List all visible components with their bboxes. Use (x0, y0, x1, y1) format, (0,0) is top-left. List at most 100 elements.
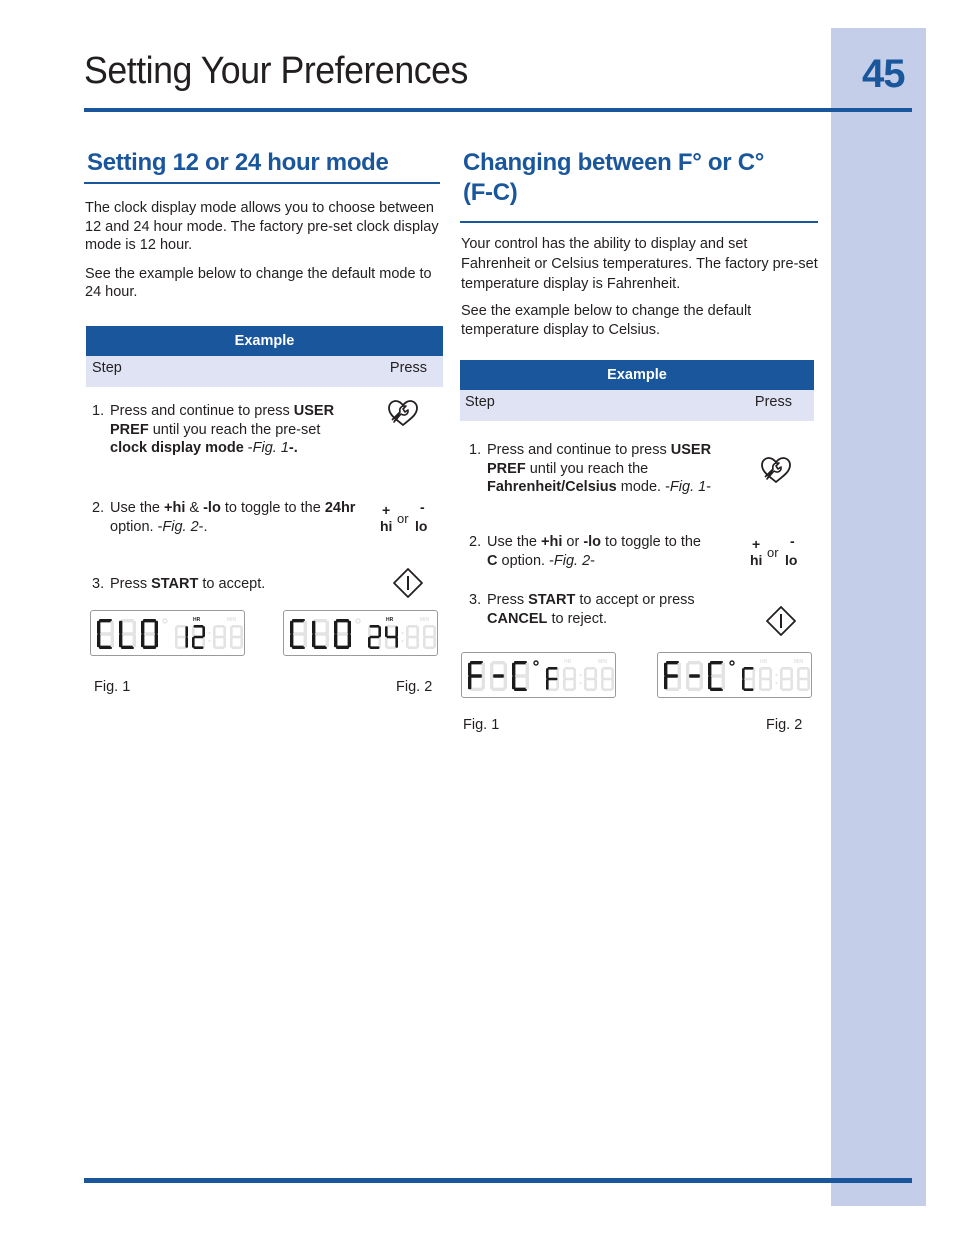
step-text: Press and continue to press USER PREF un… (487, 441, 712, 497)
degree-indicator (729, 660, 735, 666)
lcd-hr-label: HR (564, 659, 572, 665)
step-number: 3. (469, 592, 482, 608)
step-text-run: -lo (583, 534, 602, 550)
step-number: 1. (92, 403, 105, 419)
lcd-colon (208, 640, 211, 642)
page-number: 45 (862, 52, 905, 96)
section-rule (460, 221, 818, 223)
lcd-small-digit (213, 625, 226, 649)
step-text-run: +hi (541, 534, 563, 550)
lcd-small-digit (584, 667, 597, 691)
step-text-run: Use the (487, 534, 541, 550)
lcd-colon (401, 632, 404, 634)
step-number: 3. (92, 576, 105, 592)
lcd-segments: HR MIN (468, 659, 614, 691)
lcd-hr-label: HR (386, 617, 394, 623)
footer-rule (84, 1178, 912, 1183)
section-12-24-hour: Setting 12 or 24 hour mode The clock dis… (84, 148, 440, 302)
lcd-colon (579, 674, 582, 676)
example-table-temperature: Example Step Press (460, 360, 814, 421)
lcd-display-fig1: HR MIN (461, 652, 616, 698)
step-number: 2. (469, 534, 482, 550)
lcd-small-digit (759, 667, 772, 691)
column-press: Press (389, 360, 427, 376)
lcd-main-digit (312, 619, 329, 649)
step-text-run: -. (288, 440, 298, 456)
lcd-display-fig2: HR MIN (283, 610, 438, 656)
example-header: Example (460, 360, 814, 390)
minus-sign: - (790, 533, 795, 549)
lcd-min-label: MIN (794, 659, 804, 665)
user-pref-wrench-heart-icon[interactable] (759, 456, 793, 484)
step-text-run: Fig. 2 (553, 552, 591, 569)
step-text-run: Fig. 2 (162, 518, 199, 535)
lcd-segments: HR MIN (664, 659, 810, 691)
lcd-colon (775, 682, 778, 684)
lo-button[interactable]: lo (415, 518, 427, 534)
step-text: Press START to accept or press CANCEL to… (487, 591, 712, 628)
lcd-main-digit (290, 619, 307, 649)
lcd-main-digit (512, 661, 529, 691)
step-text-run: to toggle to the (601, 534, 701, 550)
page-title: Setting Your Preferences (84, 50, 468, 92)
step-text-run: to accept or press (575, 592, 695, 608)
header-rule (84, 108, 912, 112)
column-press: Press (754, 394, 792, 410)
step-text-run: Fahrenheit/Celsius (487, 479, 617, 495)
section-heading-line1: Changing between F° or C° (463, 149, 765, 176)
lcd-main-digit (708, 661, 725, 691)
step-text-run: CANCEL (487, 610, 548, 627)
step-text-run: clock display mode (110, 440, 244, 456)
figure-caption: Fig. 1 (463, 717, 500, 733)
lcd-segments: HR MIN (290, 617, 436, 649)
minus-sign: - (420, 499, 425, 515)
intro-paragraph: The clock display mode allows you to cho… (85, 200, 439, 253)
or-label: or (767, 545, 779, 560)
step-text-run: option. - (497, 552, 554, 569)
step-text-run: option. - (110, 518, 163, 535)
start-diamond-icon[interactable] (392, 567, 424, 599)
example-column-headers: Step Press (460, 390, 814, 421)
lcd-main-digit (686, 661, 703, 691)
example-table-clock: Example Step Press (86, 326, 443, 387)
step-text-run: Press and continue to press (487, 442, 671, 458)
lcd-small-digit (780, 667, 793, 691)
lcd-small-digit (230, 625, 243, 649)
or-label: or (397, 511, 409, 526)
hi-button[interactable]: hi (380, 518, 392, 534)
step-text-run: Fig. 1 (252, 440, 289, 456)
lcd-main-digit (468, 661, 485, 691)
section-heading: Changing between F° or C° (F-C) (460, 148, 818, 208)
step-text-run: & (185, 500, 204, 516)
example-header: Example (86, 326, 443, 356)
step-text-run: Use the (110, 500, 164, 516)
step-text-run: 24hr (324, 500, 356, 516)
lo-button[interactable]: lo (785, 552, 797, 568)
start-diamond-icon[interactable] (765, 605, 797, 637)
lcd-small-digit (601, 667, 614, 691)
step-text-run: mode. - (616, 479, 670, 495)
section-f-c: Changing between F° or C° (F-C) Your con… (460, 148, 818, 339)
lcd-colon (579, 682, 582, 684)
instruction-paragraph: See the example below to change the defa… (85, 265, 432, 301)
step-text-run: Press and continue to press (110, 403, 294, 419)
lcd-small-digit (797, 667, 810, 691)
lcd-colon (401, 640, 404, 642)
step-text-run: to toggle to the (220, 500, 325, 516)
step-text-run: - (590, 552, 596, 569)
lcd-main-digit (334, 619, 351, 649)
degree-indicator (162, 618, 168, 624)
lcd-main-digit (141, 619, 158, 649)
lcd-small-digit (406, 625, 419, 649)
user-pref-wrench-heart-icon[interactable] (386, 399, 420, 427)
instruction-paragraph: See the example below to change the defa… (461, 303, 752, 338)
lcd-hr-label: HR (760, 659, 768, 665)
figure-caption: Fig. 1 (94, 679, 131, 695)
step-text-run: - (243, 440, 253, 456)
step-text-run: until you reach the (525, 460, 649, 477)
lcd-main-digit (664, 661, 681, 691)
lcd-main-digit (97, 619, 114, 649)
hi-button[interactable]: hi (750, 552, 762, 568)
section-heading: Setting 12 or 24 hour mode (87, 149, 389, 176)
hi-lo-buttons: + - hi or lo (380, 499, 440, 542)
